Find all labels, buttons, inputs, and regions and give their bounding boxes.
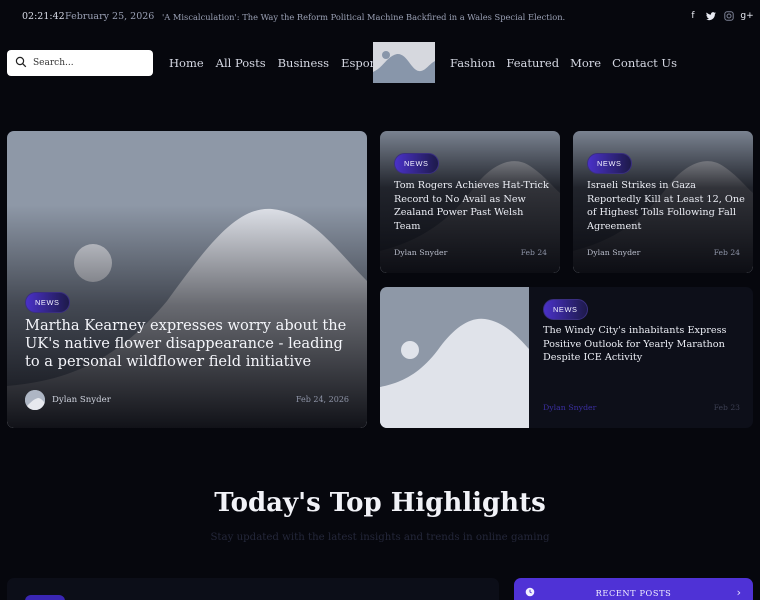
twitter-icon[interactable] — [706, 10, 716, 22]
nav-item-home[interactable]: Home — [169, 56, 204, 70]
author-name[interactable]: Dylan Snyder — [587, 248, 640, 257]
article-date: Feb 24 — [713, 248, 740, 257]
chevron-right-icon[interactable]: › — [737, 586, 741, 599]
news-ticker-link[interactable]: 'A Miscalculation': The Way the Reform P… — [162, 12, 565, 22]
article-title[interactable]: Tom Rogers Achieves Hat-Trick Record to … — [394, 179, 552, 233]
search-input[interactable] — [33, 55, 143, 71]
nav-item-fashion[interactable]: Fashion — [450, 56, 495, 70]
instagram-icon[interactable] — [724, 10, 734, 22]
search-box — [7, 50, 153, 76]
nav-item-business[interactable]: Business — [278, 56, 329, 70]
search-icon — [15, 56, 27, 68]
main-navigation: Home All Posts Business Esports Fashion … — [0, 40, 760, 86]
category-badge[interactable]: NEWS — [394, 153, 439, 174]
category-badge[interactable]: NEWS — [543, 299, 588, 320]
nav-menu-left: Home All Posts Business Esports — [169, 56, 386, 70]
top-bar: 02:21:42 February 25, 2026 'A Miscalcula… — [0, 0, 760, 36]
article-date: Feb 24 — [520, 248, 547, 257]
highlight-card[interactable] — [7, 578, 499, 600]
google-plus-icon[interactable]: g+ — [740, 10, 753, 22]
site-logo[interactable] — [373, 42, 435, 83]
article-date: Feb 24, 2026 — [295, 395, 349, 404]
recent-posts-header[interactable]: RECENT POSTS › — [514, 578, 753, 600]
author-avatar — [25, 390, 45, 410]
nav-item-more[interactable]: More — [570, 56, 601, 70]
recent-posts-label: RECENT POSTS — [595, 588, 672, 598]
current-date: February 25, 2026 — [65, 11, 155, 22]
article-card[interactable]: NEWS Tom Rogers Achieves Hat-Trick Recor… — [380, 131, 560, 273]
clock-time: 02:21:42 — [22, 11, 65, 22]
author-name[interactable]: Dylan Snyder — [394, 248, 447, 257]
section-title: Today's Top Highlights — [214, 488, 546, 518]
nav-item-all-posts[interactable]: All Posts — [216, 56, 266, 70]
article-thumbnail — [380, 287, 529, 428]
section-subtitle: Stay updated with the latest insights an… — [210, 532, 550, 543]
nav-item-contact-us[interactable]: Contact Us — [612, 56, 677, 70]
author-name[interactable]: Dylan Snyder — [543, 403, 596, 412]
category-badge[interactable]: NEWS — [587, 153, 632, 174]
author-name[interactable]: Dylan Snyder — [52, 395, 111, 405]
article-title[interactable]: The Windy City's inhabitants Express Pos… — [543, 324, 738, 365]
article-card[interactable]: NEWS Israeli Strikes in Gaza Reportedly … — [573, 131, 753, 273]
featured-article-card[interactable]: NEWS Martha Kearney expresses worry abou… — [7, 131, 367, 428]
article-card-horizontal[interactable]: NEWS The Windy City's inhabitants Expres… — [380, 287, 753, 428]
facebook-icon[interactable]: f — [688, 10, 698, 22]
logo-placeholder-image — [373, 42, 435, 83]
article-title[interactable]: Israeli Strikes in Gaza Reportedly Kill … — [587, 179, 745, 233]
nav-item-featured[interactable]: Featured — [506, 56, 559, 70]
article-date: Feb 23 — [713, 403, 740, 412]
featured-article-title[interactable]: Martha Kearney expresses worry about the… — [25, 317, 357, 372]
category-badge[interactable]: NEWS — [25, 292, 70, 313]
social-links: f g+ — [688, 10, 753, 22]
category-badge[interactable] — [25, 595, 65, 600]
nav-menu-right: Fashion Featured More Contact Us — [450, 56, 677, 70]
